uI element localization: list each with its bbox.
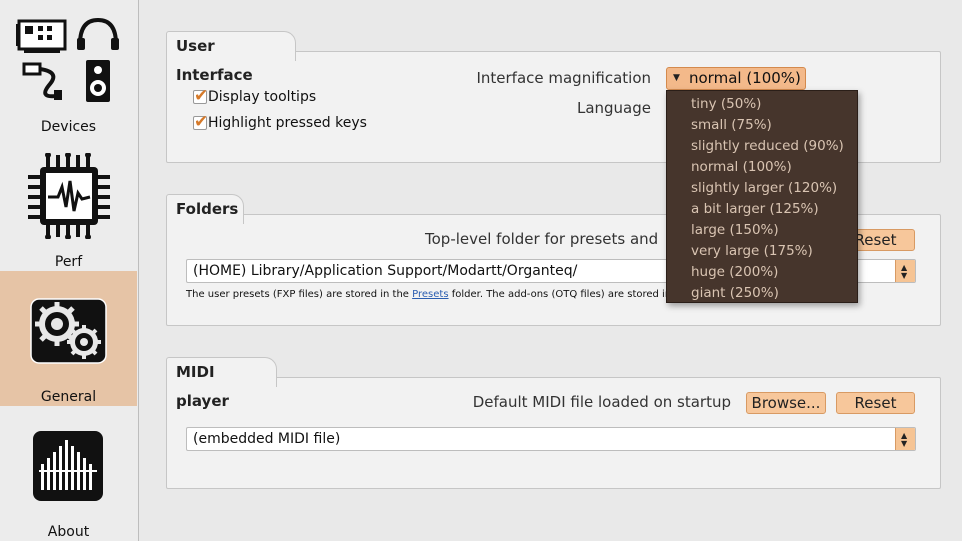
- display-tooltips-label: Display tooltips: [208, 89, 317, 105]
- midi-player-group-title: MIDI player: [166, 357, 277, 410]
- default-midi-label: Default MIDI file loaded on startup: [472, 393, 731, 411]
- sidebar: Devices Perf General About: [0, 0, 139, 541]
- sidebar-item-label: Devices: [40, 119, 97, 135]
- toplevel-folder-label: Top-level folder for presets and: [425, 230, 659, 248]
- sidebar-item-perf[interactable]: Perf: [0, 140, 137, 270]
- display-tooltips-checkbox[interactable]: ✔ Display tooltips: [193, 86, 317, 106]
- highlight-pressed-keys-label: Highlight pressed keys: [208, 115, 367, 131]
- presets-link[interactable]: Presets: [412, 289, 448, 300]
- folders-note: The user presets (FXP files) are stored …: [186, 289, 671, 300]
- highlight-pressed-keys-checkbox[interactable]: ✔ Highlight pressed keys: [193, 112, 367, 132]
- folders-note-prefix: The user presets (FXP files) are stored …: [186, 289, 409, 300]
- menu-item-tiny[interactable]: tiny (50%): [667, 94, 857, 115]
- sidebar-item-about[interactable]: About: [0, 415, 137, 541]
- midi-reset-button[interactable]: Reset: [836, 392, 915, 414]
- menu-item-a-bit-larger[interactable]: a bit larger (125%): [667, 199, 857, 220]
- menu-item-very-large[interactable]: very large (175%): [667, 241, 857, 262]
- menu-item-giant[interactable]: giant (250%): [667, 283, 857, 304]
- magnification-dropdown-menu: tiny (50%) small (75%) slightly reduced …: [666, 90, 858, 303]
- user-interface-group-title: User Interface: [166, 31, 296, 84]
- folder-path-value: (HOME) Library/Application Support/Modar…: [193, 263, 578, 279]
- sidebar-item-label: General: [40, 389, 97, 405]
- gears-icon: [30, 298, 107, 364]
- language-label: Language: [576, 99, 651, 117]
- checkbox-box[interactable]: ✔: [193, 112, 208, 132]
- sidebar-item-devices[interactable]: Devices: [0, 0, 137, 140]
- midi-file-value: (embedded MIDI file): [193, 431, 341, 447]
- folders-note-suffix: folder. The add-ons (OTQ files) are stor…: [451, 289, 672, 300]
- menu-item-large[interactable]: large (150%): [667, 220, 857, 241]
- folders-group-title: Folders: [166, 194, 244, 224]
- devices-icon: [16, 17, 119, 102]
- browse-button[interactable]: Browse...: [746, 392, 826, 414]
- checkmark-icon: ✔: [194, 112, 209, 132]
- dropdown-triangle-icon: ▼: [673, 73, 680, 83]
- menu-item-slightly-larger[interactable]: slightly larger (120%): [667, 178, 857, 199]
- organ-pipes-icon: [33, 431, 103, 501]
- menu-item-small[interactable]: small (75%): [667, 115, 857, 136]
- checkbox-box[interactable]: ✔: [193, 86, 208, 106]
- sidebar-item-general[interactable]: General: [0, 271, 137, 406]
- sidebar-item-label: About: [47, 524, 90, 540]
- interface-magnification-label: Interface magnification: [476, 69, 651, 87]
- menu-item-normal[interactable]: normal (100%): [667, 157, 857, 178]
- interface-magnification-select[interactable]: ▼ normal (100%): [666, 67, 806, 90]
- chip-icon: [28, 153, 110, 239]
- combo-stepper-icon[interactable]: ▲ ▼: [895, 260, 915, 282]
- menu-item-huge[interactable]: huge (200%): [667, 262, 857, 283]
- checkmark-icon: ✔: [194, 86, 209, 106]
- combo-stepper-icon[interactable]: ▲ ▼: [895, 428, 915, 450]
- menu-item-slightly-reduced[interactable]: slightly reduced (90%): [667, 136, 857, 157]
- interface-magnification-value: normal (100%): [689, 69, 801, 87]
- sidebar-item-label: Perf: [54, 254, 83, 270]
- midi-file-combo[interactable]: (embedded MIDI file) ▲ ▼: [186, 427, 916, 451]
